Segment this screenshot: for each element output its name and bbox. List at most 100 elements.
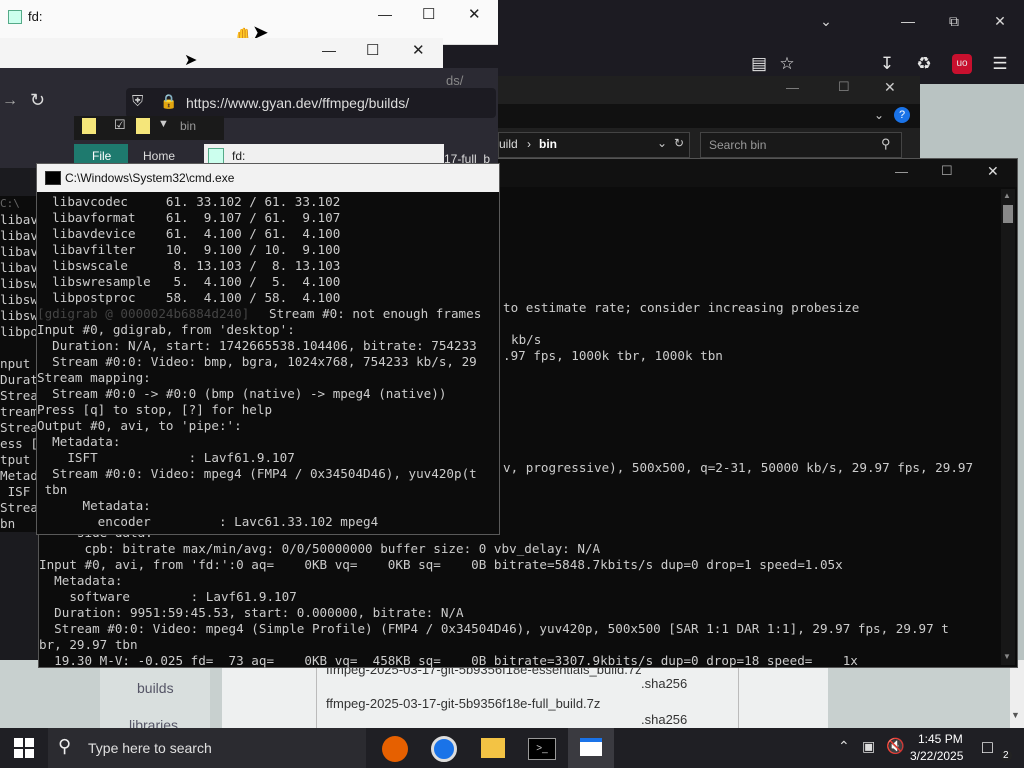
cmd-output-line: libavformat 61. 9.107 / 61. 9.107 [37,210,341,225]
breadcrumb-build[interactable]: uild [499,137,518,151]
explorer-search-box[interactable]: Search bin ⚲ [700,132,902,158]
ribbon-expand-chevron-icon[interactable]: ⌄ [874,108,884,122]
cmd-scroll-down-icon[interactable]: ▼ [1003,652,1011,661]
cmd-output-line: Input #0, avi, from 'fd:':0 aq= 0KB vq= … [39,557,843,572]
ublock-icon[interactable]: uo [952,54,972,74]
reader-view-icon[interactable]: ▤ [746,51,772,77]
file-link-full[interactable]: ffmpeg-2025-03-17-git-5b9356f18e-full_bu… [326,696,600,711]
properties-check-icon[interactable]: ☑ [114,117,126,133]
chrome-icon[interactable] [431,736,457,762]
cmd-output-line: libswscale 8. 13.103 / 8. 13.103 [37,258,341,273]
cmd-main-scrollbar[interactable]: ▲ ▼ [1001,189,1015,665]
cmd-output-line: libavfilter 10. 9.100 / 10. 9.100 [37,242,341,257]
explorer-close-button[interactable]: ✕ [884,79,896,96]
windows-taskbar: ⚲ Type here to search >_ ⌃ ▣ 🔇 1:45 PM 3… [0,728,1024,768]
file-hash-full[interactable]: .sha256 [641,712,687,727]
cmd-output-line: libavdevice 61. 4.100 / 61. 4.100 [37,226,341,241]
active-app-button[interactable] [568,728,614,768]
quick-access-dropdown-icon[interactable]: ▼ [158,118,169,130]
fd-minimize-button[interactable]: — [378,6,392,22]
cmd-main-maximize-button[interactable]: ☐ [941,163,953,179]
fd-maximize-button[interactable]: ☐ [422,5,435,23]
ribbon-tab-home[interactable]: Home [143,149,175,163]
fd-window-second[interactable]: ➤ — ☐ ✕ [0,38,443,69]
menu-hamburger-icon[interactable]: ☰ [987,51,1013,77]
cmd-main-scroll-thumb[interactable] [1003,205,1013,223]
cmd-scroll-up-icon[interactable]: ▲ [1003,191,1011,200]
fd2-close-button[interactable]: ✕ [412,41,425,59]
cmd-app-icon [45,171,61,185]
cmd-output-line: Metadata: [39,573,123,588]
cmd-left-line: Strea [0,500,38,515]
cmd-left-line: tput [0,452,31,467]
cmd-output-line: Output #0, avi, to 'pipe:': [37,418,242,433]
cmd-output-line: Press [q] to stop, [?] for help [37,402,273,417]
explorer-minimize-button[interactable]: — [786,80,799,95]
cmd-output-line: Metadata: [37,498,151,513]
url-text[interactable]: https://www.gyan.dev/ffmpeg/builds/ [186,95,409,111]
cmd-main-close-button[interactable]: ✕ [987,163,999,180]
address-bar[interactable]: uild › bin ⌄ ↻ [498,132,690,158]
fd2-minimize-button[interactable]: — [322,42,336,58]
cmd-left-line: ess [ [0,436,38,451]
refresh-icon[interactable]: ↻ [674,136,684,150]
download-icon[interactable]: ↧ [874,51,900,77]
cmd-output-line: Input #0, gdigrab, from 'desktop': [37,322,295,337]
explorer-maximize-button[interactable]: ☐ [838,79,850,95]
network-icon[interactable]: ▣ [862,738,875,755]
cmd-output-line: Stream #0:0: Video: mpeg4 (FMP4 / 0x3450… [37,466,477,481]
file-explorer-window: — ☐ ✕ ⌄ ? uild › bin ⌄ ↻ Search bin ⚲ [498,76,920,166]
cmd-window-ffmpeg[interactable]: C:\Windows\System32\cmd.exe libavcodec 6… [36,163,500,535]
browser-restore-button[interactable]: ⧉ [934,6,974,36]
cmd-output-line: 19.30 M-V: -0.025 fd= 73 aq= 0KB vq= 458… [39,653,858,668]
cmd-output-line: Stream #0:0: Video: bmp, bgra, 1024x768,… [37,354,477,369]
nav-builds-link[interactable]: builds [137,680,174,696]
tab-title-fragment[interactable]: ds/ [446,73,463,88]
windows-start-icon[interactable] [14,738,34,758]
url-bar[interactable]: ⛨ 🔒 https://www.gyan.dev/ffmpeg/builds/ [126,88,496,118]
tracking-shield-icon[interactable]: ⛨ [132,93,143,110]
cmd-output-line: Stream #0: not enough frames [269,306,482,321]
file-hash-essentials[interactable]: .sha256 [641,676,687,691]
cmd-left-line: libav [0,260,38,275]
reload-icon[interactable]: ↻ [30,90,45,111]
clock-date[interactable]: 3/22/2025 [910,749,963,763]
browser-minimize-button[interactable]: — [888,6,928,36]
firefox-icon[interactable] [382,736,408,762]
cmd-output-line: encoder : Lavc61.33.102 mpeg4 [37,514,379,529]
extensions-icon[interactable]: ♻ [911,51,937,77]
forward-arrow-icon[interactable]: → [2,92,18,110]
cmd-left-line: Strea [0,388,38,403]
cmd-output-line: Stream #0:0 -> #0:0 (bmp (native) -> mpe… [37,386,447,401]
cmd-output-line: Stream #0:0: Video: mpeg4 (Simple Profil… [39,621,949,636]
fd2-maximize-button[interactable]: ☐ [366,41,379,59]
browser-close-button[interactable]: ✕ [980,6,1020,36]
bookmark-star-icon[interactable]: ☆ [774,51,800,77]
cmd-output-line: tbn [37,482,68,497]
cmd-output-line: br, 29.97 tbn [39,637,138,652]
address-dropdown-icon[interactable]: ⌄ [657,136,667,150]
tab-list-chevron-icon[interactable]: ⌄ [806,6,846,36]
taskbar-search-box[interactable]: ⚲ Type here to search [48,728,366,768]
breadcrumb-bin[interactable]: bin [539,137,557,151]
cmd-window-left-partial[interactable]: C:\ libav libav libav libav libsw libsw libsw li… [0,196,46,532]
fd-close-button[interactable]: ✕ [468,5,481,23]
new-folder-icon[interactable] [136,118,150,134]
cmd-left-line: libsw [0,276,38,291]
cmd-taskbar-icon[interactable]: >_ [528,738,556,760]
clock-time[interactable]: 1:45 PM [918,732,963,746]
speaker-muted-icon[interactable]: 🔇 [886,737,905,755]
help-icon[interactable]: ? [894,107,910,123]
cmd-output-line: Duration: 9951:59:45.53, start: 0.000000… [39,605,464,620]
notification-center-icon[interactable]: □ [982,737,993,758]
cmd-main-minimize-button[interactable]: — [895,164,908,179]
file-explorer-icon[interactable] [481,738,505,758]
show-hidden-icons-icon[interactable]: ⌃ [838,738,850,755]
cmd-output-line: ISFT : Lavf61.9.107 [37,450,295,465]
folder-icon[interactable] [82,118,96,134]
scroll-down-arrow-icon[interactable]: ▼ [1011,710,1020,720]
fd-window-title: fd: [28,9,43,24]
explorer-quick-access-toolbar: ☑ ▼ bin [74,116,224,140]
cmd-small-title-bar[interactable]: C:\Windows\System32\cmd.exe [37,164,499,192]
cmd-left-line: C:\ [0,197,20,210]
